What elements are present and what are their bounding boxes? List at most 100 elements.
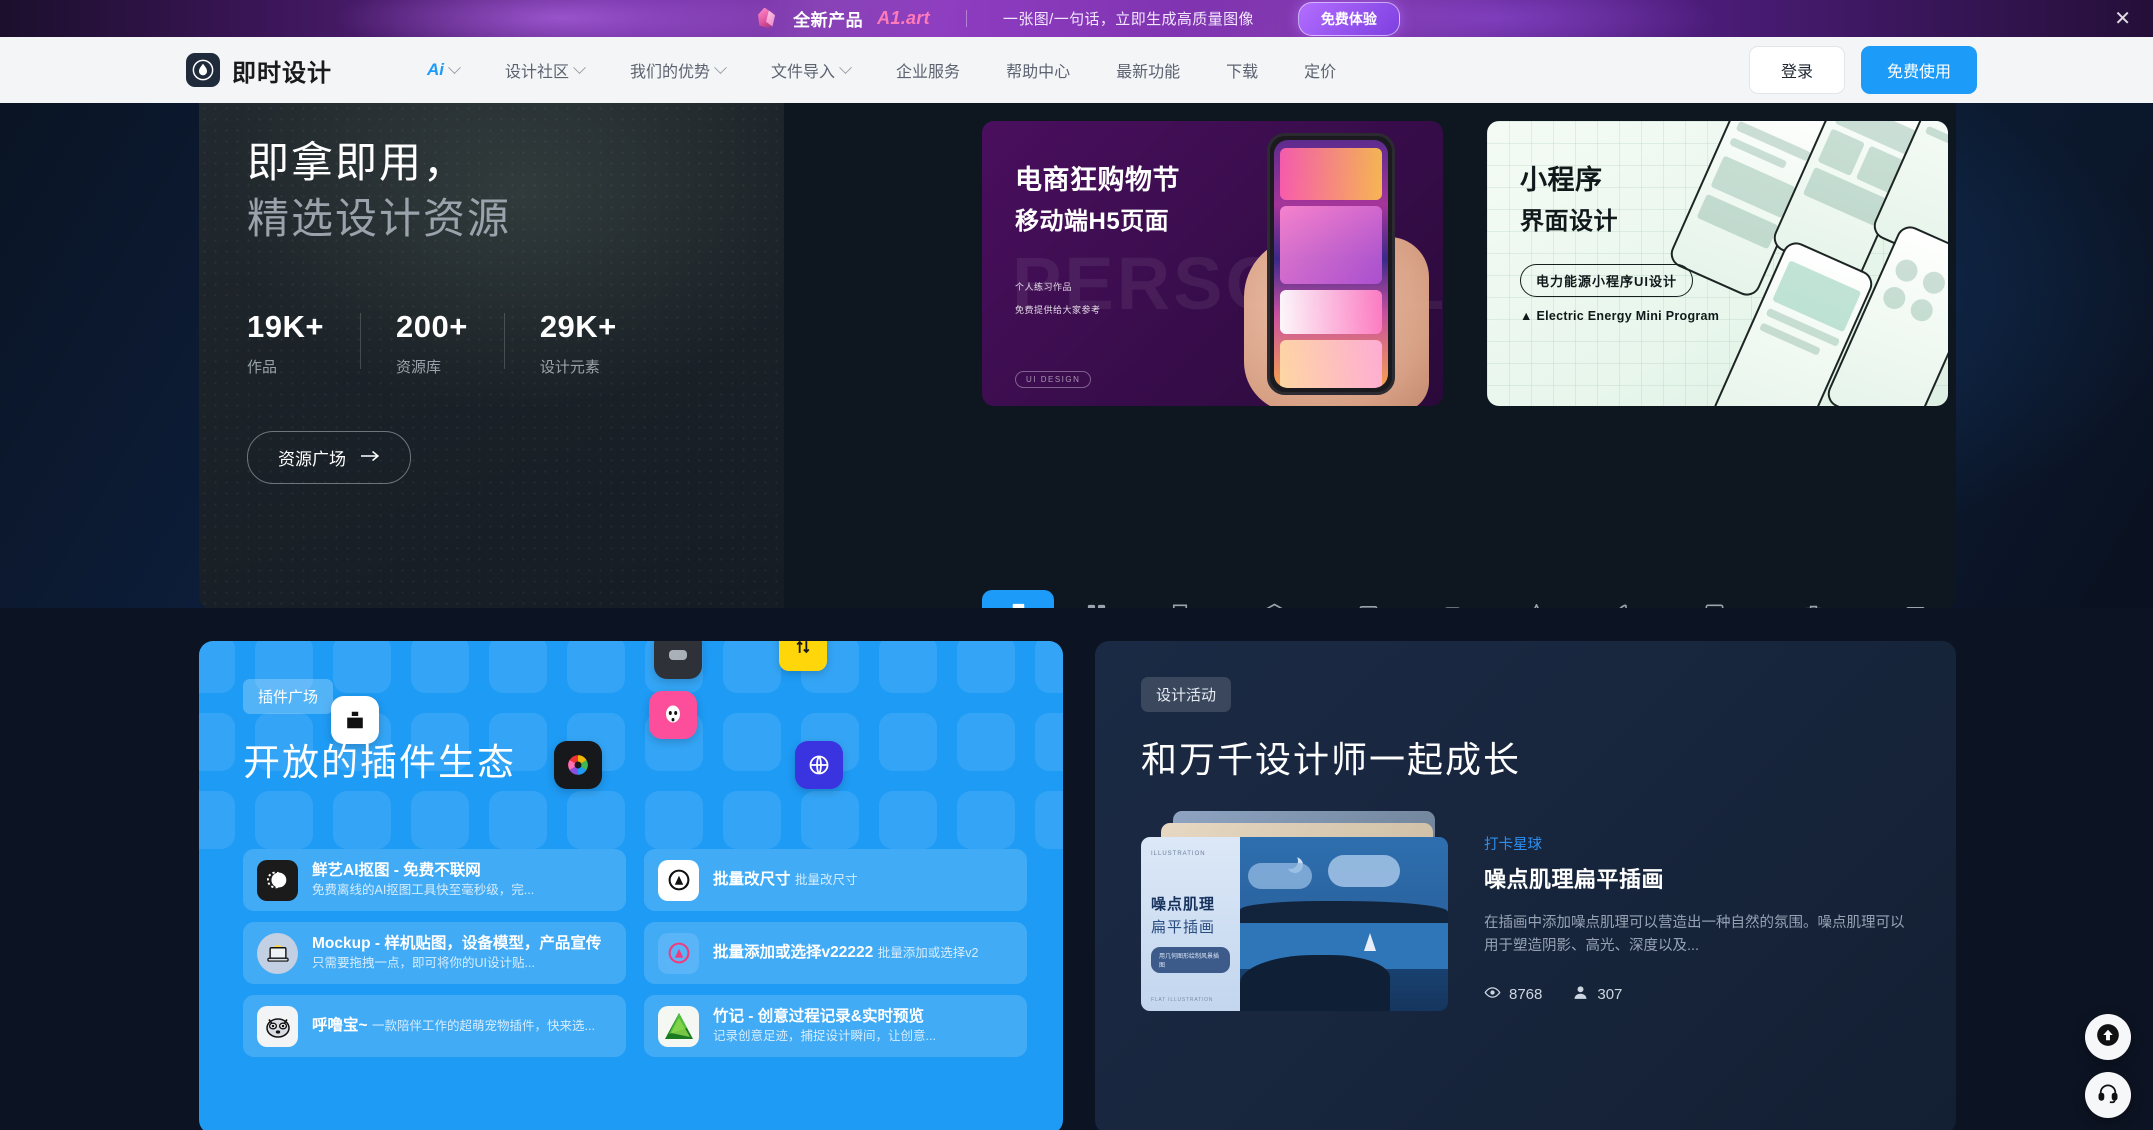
stat-libraries: 200+ 资源库 — [360, 309, 504, 377]
nav-item-community[interactable]: 设计社区 — [482, 58, 607, 82]
nav-item-label: 设计社区 — [505, 64, 570, 81]
signup-button[interactable]: 免费使用 — [1860, 46, 1977, 94]
resource-plaza-label: 资源广场 — [278, 449, 346, 469]
login-button[interactable]: 登录 — [1748, 46, 1845, 94]
activity-title: 和万千设计师一起成长 — [1141, 739, 1522, 780]
layout-icon — [1703, 602, 1726, 608]
tab-icons[interactable]: 图标 — [1494, 592, 1578, 608]
promo-banner: 全新产品 A1.art 一张图/一句话，立即生成高质量图像 免费体验 ✕ — [0, 0, 2153, 37]
tab-components[interactable]: 组件 — [1410, 592, 1494, 608]
hero-stats: 19K+ 作品 200+ 资源库 29K+ 设计元素 — [247, 309, 784, 377]
hero-carousel[interactable]: PERSONAL 电商狂购物节 移动端H5页面 个人练习作品 免费提供给大家参考… — [784, 103, 1956, 608]
thumb-footer: FLAT ILLUSTRATION — [1151, 997, 1214, 1003]
nav-links: Ai 设计社区 我们的优势 文件导入 企业服务 帮助中心 最新功能 下载 定价 — [404, 58, 1359, 82]
plugin-desc: 只需要拖拽一点，即可将你的UI设计贴... — [312, 955, 535, 970]
nav-item-file-import[interactable]: 文件导入 — [748, 58, 873, 82]
laptop-icon — [257, 932, 298, 974]
brand-name: 即时设计 — [232, 59, 332, 87]
support-button[interactable] — [2085, 1072, 2131, 1118]
grid-icon — [1085, 602, 1108, 608]
activity-category[interactable]: 打卡星球 — [1484, 833, 1914, 854]
tab-mockup[interactable]: Mockup — [1860, 592, 1956, 608]
brand-logo[interactable]: 即时设计 — [186, 53, 332, 88]
thumb-title-2: 扁平插画 — [1151, 919, 1216, 936]
plugin-desc: 批量添加或选择v2 — [877, 946, 979, 961]
plugin-desc: 一款陪伴工作的超萌宠物插件，快来选... — [372, 1019, 595, 1034]
plugin-name: 呼噜宝~ — [312, 1017, 368, 1035]
carousel-card-ecommerce[interactable]: PERSONAL 电商狂购物节 移动端H5页面 个人练习作品 免费提供给大家参考… — [982, 121, 1443, 406]
nav-item-pricing[interactable]: 定价 — [1281, 58, 1359, 82]
card-title: 小程序 — [1520, 165, 1603, 195]
tab-works[interactable]: 作品 — [1138, 592, 1222, 608]
plugin-name: 批量添加或选择v22222 — [713, 944, 874, 962]
plugin-item[interactable]: 鲜艺AI抠图 - 免费不联网 免费离线的AI抠图工具快至毫秒级，完... — [243, 849, 626, 911]
window-icon — [1357, 602, 1380, 608]
tab-portfolio[interactable]: 作品集 — [1766, 592, 1860, 608]
nav-item-label: 帮助中心 — [1006, 64, 1071, 81]
nav-item-label: 文件导入 — [771, 64, 836, 81]
plugin-header: 插件广场 开放的插件生态 — [199, 641, 1063, 786]
tab-recommended[interactable]: 推荐 — [982, 590, 1054, 608]
tab-illustration[interactable]: 插画 — [1578, 592, 1662, 608]
bookmark-icon — [1007, 601, 1030, 608]
stat-label: 资源库 — [395, 358, 441, 376]
arrow-right-icon — [360, 447, 380, 467]
nav-item-label: Ai — [427, 60, 444, 79]
plugin-name: 批量改尺寸 — [713, 871, 791, 889]
toggle-icon — [1440, 602, 1465, 608]
chevron-down-icon — [573, 60, 586, 74]
bamboo-icon — [658, 1005, 699, 1047]
activity-body: ILLUSTRATION 噪点肌理 扁平插画 用几何图形绘制风景插图 FLAT … — [1095, 783, 1956, 1011]
nav-item-whats-new[interactable]: 最新功能 — [1093, 58, 1203, 82]
plugin-title: 开放的插件生态 — [243, 742, 516, 783]
headset-icon — [2097, 1082, 2119, 1109]
monitor-icon — [1904, 604, 1927, 608]
raccoon-icon — [257, 1005, 298, 1047]
activity-info: 打卡星球 噪点肌理扁平插画 在插画中添加噪点肌理可以营造出一种自然的氛围。噪点肌… — [1484, 829, 1914, 1011]
tab-pages[interactable]: 页面 — [1326, 592, 1410, 608]
stat-value: 29K+ — [539, 308, 617, 344]
gem-icon — [753, 6, 779, 32]
promo-tagline: 一张图/一句话，立即生成高质量图像 — [1002, 11, 1254, 28]
card-pill: 电力能源小程序UI设计 — [1520, 264, 1694, 298]
star-icon — [1525, 602, 1548, 608]
back-to-top-button[interactable] — [2085, 1014, 2131, 1060]
close-icon[interactable]: ✕ — [2114, 9, 2131, 29]
nav-item-help[interactable]: 帮助中心 — [983, 58, 1093, 82]
plugin-name: 竹记 - 创意过程记录&实时预览 — [713, 1008, 924, 1026]
stat-elements: 29K+ 设计元素 — [503, 308, 653, 377]
lower-section: 插件广场 开放的插件生态 鲜艺AI抠图 - 免费不联网 免费离线的AI抠图工具快… — [0, 608, 2153, 1130]
tab-design-spec[interactable]: 设计规范 — [1222, 592, 1326, 608]
plugin-item[interactable]: Mockup - 样机贴图，设备模型，产品宣传 只需要拖拽一点，即可将你的UI设… — [243, 922, 626, 984]
thumb-pill: 用几何图形绘制风景插图 — [1151, 947, 1230, 973]
tab-all[interactable]: 全部 — [1054, 592, 1138, 608]
stat-works: 19K+ 作品 — [247, 309, 360, 377]
promo-product: A1.art — [877, 8, 930, 28]
feather-icon — [1609, 602, 1632, 608]
hero-title-line1: 即拿即用， — [247, 139, 468, 186]
nav-item-enterprise[interactable]: 企业服务 — [873, 58, 983, 82]
nav-item-advantages[interactable]: 我们的优势 — [607, 58, 748, 82]
activity-name[interactable]: 噪点肌理扁平插画 — [1484, 862, 1914, 894]
plugin-item[interactable]: 呼噜宝~ 一款陪伴工作的超萌宠物插件，快来选... — [243, 995, 626, 1057]
nav-item-ai[interactable]: Ai — [404, 60, 482, 80]
plugin-item[interactable]: 竹记 - 创意过程记录&实时预览 记录创意足迹，捕捉设计瞬间，让创意... — [644, 995, 1027, 1057]
hero-panel: 即拿即用， 精选设计资源 19K+ 作品 200+ 资源库 29K+ 设计元素 — [199, 103, 1956, 608]
nav-item-label: 最新功能 — [1116, 64, 1181, 81]
card-subtitle: 界面设计 — [1520, 208, 1618, 236]
plugin-item[interactable]: 批量改尺寸 批量改尺寸 — [644, 849, 1027, 911]
nav-item-label: 我们的优势 — [630, 64, 711, 81]
metric-participants: 307 — [1572, 984, 1622, 1005]
page-icon — [1169, 602, 1192, 608]
tab-prototype[interactable]: 产品原型 — [1662, 592, 1766, 608]
plugin-desc: 免费离线的AI抠图工具快至毫秒级，完... — [312, 882, 535, 897]
activity-thumbnail[interactable]: ILLUSTRATION 噪点肌理 扁平插画 用几何图形绘制风景插图 FLAT … — [1141, 811, 1448, 1011]
promo-cta-button[interactable]: 免费体验 — [1297, 1, 1400, 36]
nav-item-download[interactable]: 下载 — [1203, 58, 1281, 82]
eye-icon — [1484, 984, 1501, 1005]
nav-item-label: 企业服务 — [896, 64, 961, 81]
plugin-item[interactable]: 批量添加或选择v22222 批量添加或选择v2 — [644, 922, 1027, 984]
carousel-card-miniprogram[interactable]: 小程序 界面设计 电力能源小程序UI设计 ▲ Electric Energy M… — [1487, 121, 1948, 406]
views-count: 8768 — [1509, 986, 1543, 1004]
resource-plaza-button[interactable]: 资源广场 — [247, 430, 411, 484]
